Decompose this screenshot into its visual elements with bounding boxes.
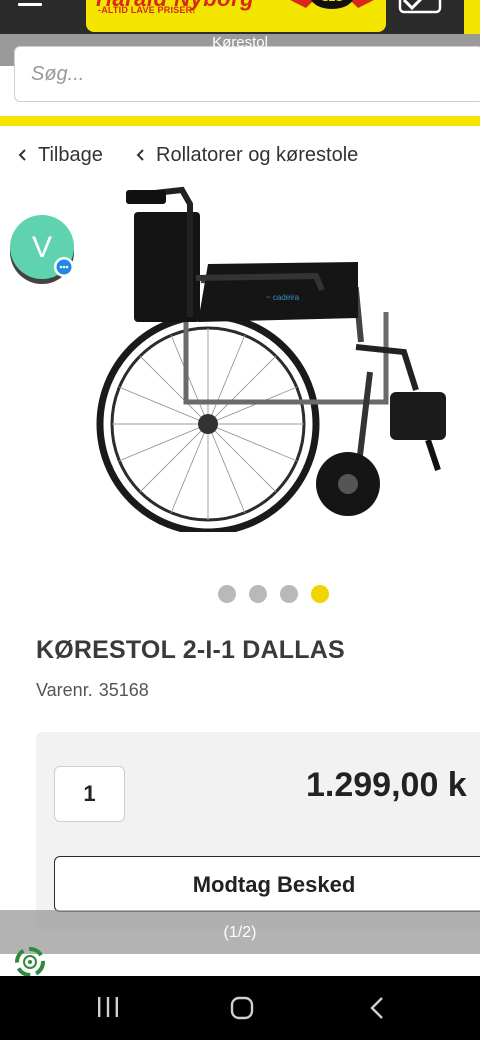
brand-tagline: -ALTID LAVE PRISER!	[98, 5, 196, 15]
image-carousel-dots	[218, 585, 342, 603]
recent-apps-icon[interactable]	[96, 996, 120, 1018]
notify-me-label: Modtag Besked	[192, 872, 356, 897]
product-title: KØRESTOL 2-I-1 DALLAS	[36, 636, 345, 664]
cart-check-icon[interactable]	[398, 0, 442, 20]
quantity-input[interactable]: 1	[54, 766, 125, 822]
breadcrumb-category[interactable]: Rollatorer og kørestole	[134, 142, 358, 168]
chat-avatar[interactable]: V	[10, 215, 76, 289]
search-placeholder: Søg...	[31, 63, 85, 85]
back-link[interactable]: Tilbage	[16, 142, 103, 168]
badge-text: 121	[322, 0, 343, 5]
carousel-dot-3[interactable]	[280, 585, 298, 603]
recycle-icon[interactable]	[10, 944, 50, 976]
back-label: Tilbage	[38, 143, 103, 166]
home-icon[interactable]	[230, 996, 254, 1020]
chevron-left-icon	[18, 149, 26, 161]
product-price: 1.299,00 k	[306, 766, 467, 804]
breadcrumb-category-label: Rollatorer og kørestole	[156, 143, 359, 166]
notify-me-button[interactable]: Modtag Besked	[54, 856, 480, 912]
hamburger-menu-icon[interactable]	[18, 0, 42, 6]
brand-badge-icon: 121	[290, 0, 374, 9]
carousel-dot-2[interactable]	[249, 585, 267, 603]
sku-label: Varenr.	[36, 680, 93, 700]
carousel-dot-1[interactable]	[218, 585, 236, 603]
carousel-dot-4-active[interactable]	[311, 585, 329, 603]
back-nav-icon[interactable]	[368, 996, 386, 1020]
app-header: Harald Nyborg -ALTID LAVE PRISER! 121	[0, 0, 480, 34]
header-accent	[464, 0, 480, 34]
sku-number: 35168	[98, 680, 149, 700]
product-image[interactable]: ~ cadeira	[86, 182, 466, 532]
page-title: Kørestol	[212, 34, 268, 51]
image-counter: (1/2)	[223, 924, 257, 941]
brand-logo[interactable]: Harald Nyborg -ALTID LAVE PRISER! 121	[86, 0, 386, 32]
chevron-left-icon	[136, 149, 144, 161]
sku-line: Varenr. 35168	[36, 680, 149, 701]
avatar-letter: V	[32, 231, 52, 264]
search-input[interactable]: Søg...	[14, 46, 480, 102]
divider-stripe	[0, 116, 480, 126]
svg-text:~ cadeira: ~ cadeira	[266, 293, 300, 302]
